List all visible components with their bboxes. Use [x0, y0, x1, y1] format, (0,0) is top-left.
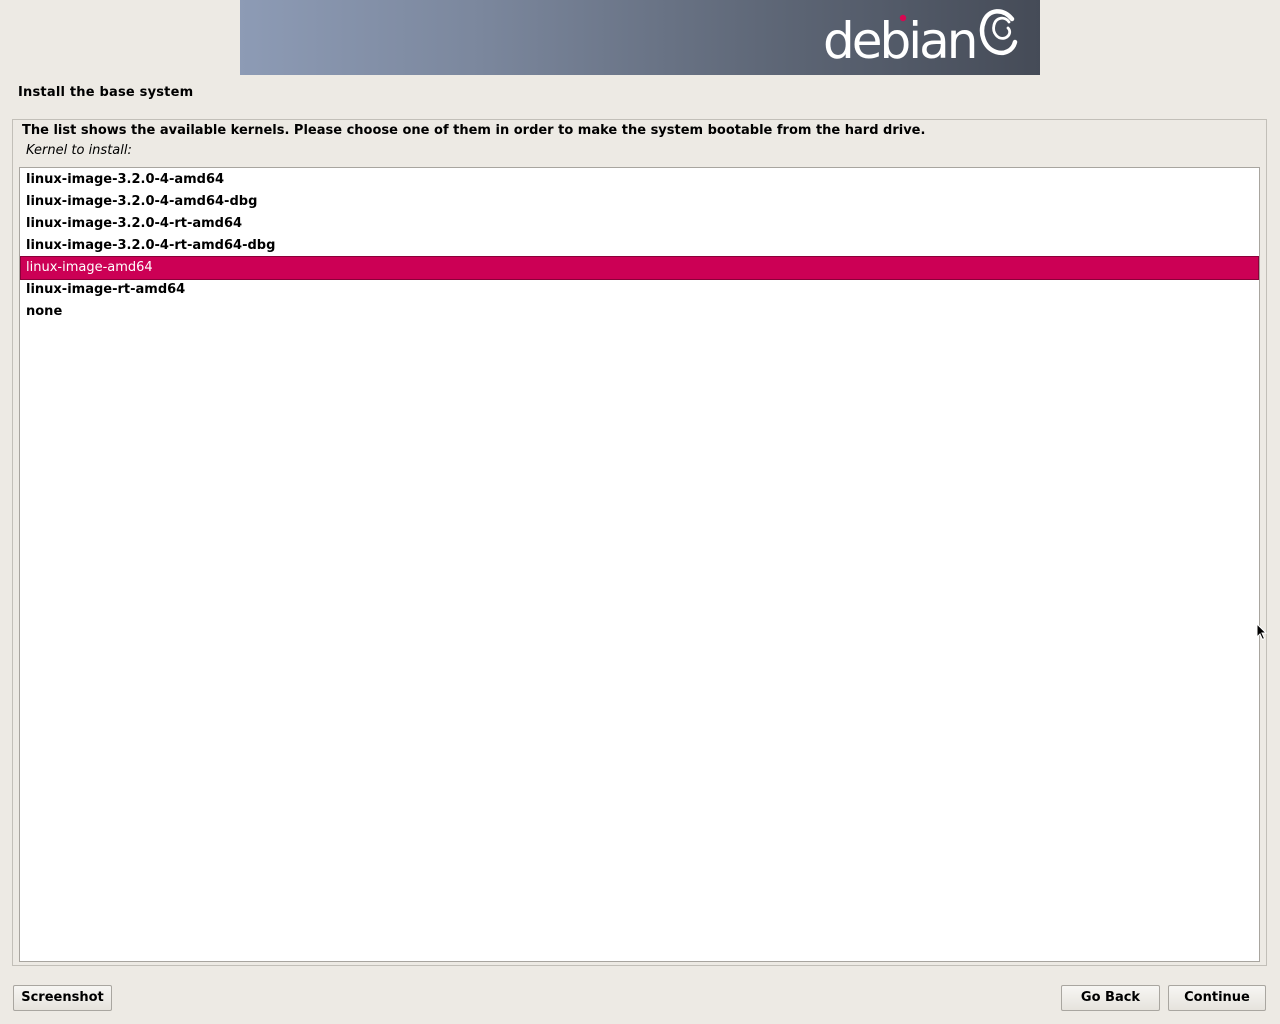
logo-dot-icon: [899, 14, 907, 22]
kernel-option[interactable]: none: [21, 301, 1258, 323]
kernel-option[interactable]: linux-image-3.2.0-4-amd64: [21, 169, 1258, 191]
question-description: The list shows the available kernels. Pl…: [22, 123, 926, 138]
go-back-button[interactable]: Go Back: [1061, 985, 1160, 1011]
installer-window: debian Install the base system The list …: [0, 0, 1280, 1024]
mouse-pointer-icon: [1256, 623, 1268, 641]
debian-banner: debian: [240, 0, 1040, 75]
kernel-option[interactable]: linux-image-3.2.0-4-rt-amd64: [21, 213, 1258, 235]
logo-text: debian: [823, 12, 975, 70]
kernel-prompt-label: Kernel to install:: [26, 143, 132, 158]
step-title: Install the base system: [18, 85, 194, 100]
continue-button[interactable]: Continue: [1168, 985, 1266, 1011]
kernel-listbox[interactable]: linux-image-3.2.0-4-amd64 linux-image-3.…: [19, 167, 1260, 962]
debian-logo: debian: [823, 9, 1018, 70]
kernel-option[interactable]: linux-image-rt-amd64: [21, 279, 1258, 301]
debian-swirl-icon: [979, 9, 1018, 56]
kernel-option-selected[interactable]: linux-image-amd64: [20, 256, 1259, 280]
screenshot-button[interactable]: Screenshot: [13, 985, 112, 1011]
kernel-option[interactable]: linux-image-3.2.0-4-rt-amd64-dbg: [21, 235, 1258, 257]
kernel-option[interactable]: linux-image-3.2.0-4-amd64-dbg: [21, 191, 1258, 213]
